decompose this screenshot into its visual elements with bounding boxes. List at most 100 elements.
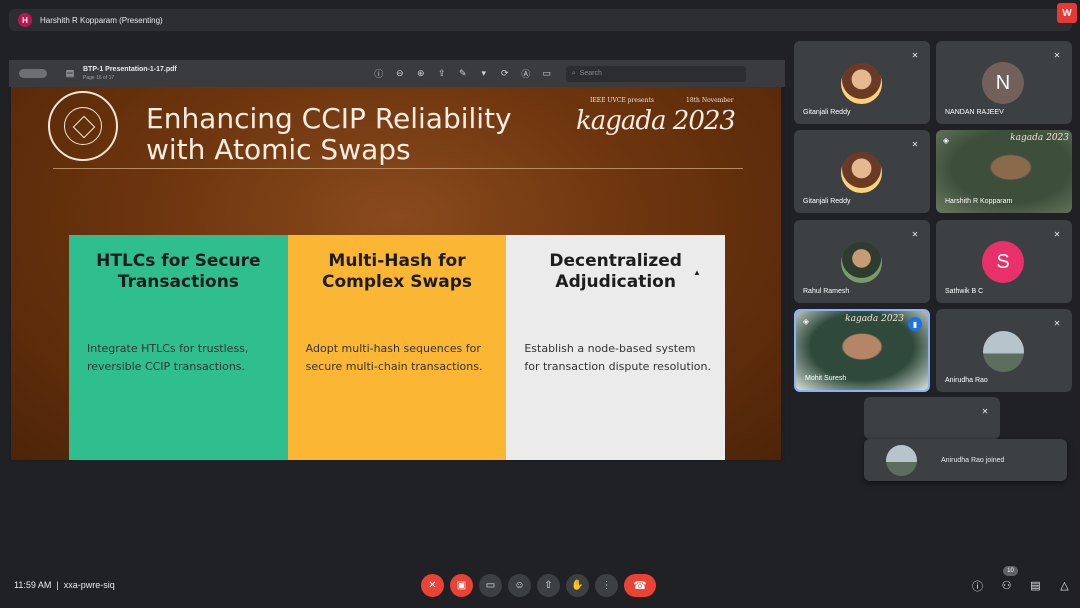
meeting-info: 11:59 AM | xxa-pwre-siq — [14, 580, 115, 590]
participant-name: Anirudha Rao — [945, 377, 988, 384]
slide-title: Enhancing CCIP Reliability with Atomic S… — [146, 102, 512, 166]
emoji-icon: ☺ — [514, 580, 525, 591]
feature-cards: HTLCs for Secure Transactions Integrate … — [69, 235, 726, 460]
sidebar-toggle-icon[interactable]: ▤ — [63, 67, 77, 81]
camera-off-icon: ▣ — [456, 580, 467, 591]
join-notification: Anirudha Rao joined — [864, 439, 1067, 481]
rotate-icon[interactable]: ⟳ — [498, 67, 512, 81]
chat-button[interactable]: ▤ — [1028, 578, 1043, 593]
meeting-controls-bar: 11:59 AM | xxa-pwre-siq ✕ ▣ ▭ ☺ ⇧ ✋ ⋮ ☎ … — [0, 566, 1080, 600]
participant-avatar: S — [982, 241, 1024, 283]
file-info: BTP-1 Presentation-1-17.pdf Page 16 of 1… — [83, 65, 177, 83]
participant-tile[interactable]: ✕ Anirudha Rao — [936, 309, 1072, 392]
participant-tile[interactable]: ✕ Rahul Ramesh — [794, 220, 930, 303]
reactions-button[interactable]: ☺ — [508, 574, 531, 597]
participant-tile[interactable]: ◈ kagada 2023 Harshith R Kopparam — [936, 130, 1072, 213]
hand-icon: ✋ — [571, 580, 584, 591]
page-info: Page 16 of 17 — [83, 74, 115, 81]
notification-message: Anirudha Rao joined — [941, 456, 1005, 464]
presenter-avatar: H — [18, 13, 32, 27]
presenting-label: Harshith R Kopparam (Presenting) — [40, 15, 163, 25]
mic-toggle-button[interactable]: ✕ — [421, 574, 444, 597]
event-presenter: IEEE UVCE presents — [590, 97, 654, 104]
participant-name: NANDAN RAJEEV — [945, 109, 1004, 116]
title-divider — [53, 168, 743, 169]
shapes-icon: △ — [1060, 580, 1069, 592]
people-icon: ⚇ — [1001, 580, 1012, 592]
participant-name: Rahul Ramesh — [803, 288, 850, 295]
brand-logo: W — [1057, 3, 1077, 23]
present-screen-icon: ⇧ — [544, 580, 553, 591]
participant-tile[interactable]: ✕ Gitanjali Reddy — [794, 130, 930, 213]
more-options-button[interactable]: ⋮ — [595, 574, 618, 597]
event-logo: IEEE UVCE presents 18th November kagada … — [576, 97, 741, 137]
search-input[interactable]: ⌕ Search — [565, 65, 746, 82]
pdf-toolbar: ▤ BTP-1 Presentation-1-17.pdf Page 16 of… — [9, 60, 785, 87]
slide: Enhancing CCIP Reliability with Atomic S… — [11, 87, 781, 460]
file-name: BTP-1 Presentation-1-17.pdf — [83, 65, 177, 73]
separator: | — [56, 580, 59, 590]
search-placeholder: Search — [579, 70, 602, 77]
window-controls[interactable] — [19, 69, 47, 78]
mic-off-icon: ✕ — [1053, 318, 1061, 328]
mic-off-icon: ✕ — [911, 139, 919, 149]
form-icon[interactable]: ▭ — [540, 67, 554, 81]
mic-off-icon: ✕ — [1053, 229, 1061, 239]
event-name: kagada 2023 — [576, 106, 736, 136]
presentation-view: ▤ BTP-1 Presentation-1-17.pdf Page 16 of… — [9, 60, 785, 462]
card-body: Integrate HTLCs for trustless, reversibl… — [87, 342, 249, 373]
captions-icon: ▭ — [485, 580, 496, 591]
meeting-code: xxa-pwre-siq — [63, 580, 115, 590]
more-vert-icon: ⋮ — [601, 580, 612, 591]
participant-tile-active-speaker[interactable]: ◈ kagada 2023 ▮ Mohit Suresh — [794, 309, 930, 392]
leave-call-button[interactable]: ☎ — [624, 574, 656, 597]
card-body: Adopt multi-hash sequences for secure mu… — [305, 342, 483, 373]
participant-name: Mohit Suresh — [805, 375, 847, 382]
pin-icon: ◈ — [942, 135, 950, 145]
present-button[interactable]: ⇧ — [537, 574, 560, 597]
pin-icon: ◈ — [802, 316, 810, 326]
chat-icon: ▤ — [1030, 580, 1041, 592]
card-body: Establish a node-based system for transa… — [524, 342, 712, 373]
share-icon[interactable]: ⇪ — [435, 67, 449, 81]
search-icon: ⌕ — [571, 69, 576, 77]
chevron-down-icon[interactable]: ▾ — [477, 67, 491, 81]
participant-name: Gitanjali Reddy — [803, 109, 851, 116]
participant-photo — [886, 444, 917, 476]
mic-off-icon: ✕ — [428, 580, 437, 591]
participant-name: Gitanjali Reddy — [803, 198, 851, 205]
participant-avatar: N — [982, 62, 1024, 104]
participant-tile[interactable]: ✕ Gitanjali Reddy — [794, 41, 930, 124]
mic-off-icon: ✕ — [981, 406, 989, 416]
annotate-icon[interactable]: Ⓐ — [519, 67, 533, 81]
info-icon: ⓘ — [972, 580, 983, 593]
ieee-uvce-seal-logo — [48, 91, 118, 161]
event-date: 18th November — [686, 97, 734, 104]
people-button[interactable]: ⚇ 10 — [999, 566, 1018, 593]
activities-button[interactable]: △ — [1057, 578, 1072, 593]
participant-tile[interactable]: S ✕ Sathwik B C — [936, 220, 1072, 303]
card-heading: HTLCs for Secure Transactions — [96, 251, 261, 292]
pdf-tools: ⓘ ⊖ ⊕ ⇪ ✎ ▾ ⟳ Ⓐ ▭ — [372, 67, 554, 81]
info-icon[interactable]: ⓘ — [372, 67, 386, 81]
zoom-in-icon[interactable]: ⊕ — [414, 67, 428, 81]
feature-card: HTLCs for Secure Transactions Integrate … — [69, 235, 288, 460]
presenting-bar: H Harshith R Kopparam (Presenting) — [9, 9, 1072, 31]
clock: 11:59 AM — [14, 580, 52, 590]
mic-off-icon: ✕ — [911, 229, 919, 239]
participant-photo — [841, 242, 882, 283]
call-controls: ✕ ▣ ▭ ☺ ⇧ ✋ ⋮ ☎ — [421, 574, 656, 597]
participant-photo — [841, 152, 882, 193]
speaking-indicator-icon: ▮ — [908, 317, 922, 331]
participant-tile[interactable]: ✕ — [864, 397, 1000, 439]
video-overlay-logo: kagada 2023 — [845, 314, 904, 324]
raise-hand-button[interactable]: ✋ — [566, 574, 589, 597]
zoom-out-icon[interactable]: ⊖ — [393, 67, 407, 81]
markup-pen-icon[interactable]: ✎ — [456, 67, 470, 81]
meeting-details-button[interactable]: ⓘ — [970, 578, 985, 593]
participant-name: Harshith R Kopparam — [945, 198, 1013, 205]
mic-off-icon: ✕ — [1053, 50, 1061, 60]
participant-tile[interactable]: N ✕ NANDAN RAJEEV — [936, 41, 1072, 124]
camera-toggle-button[interactable]: ▣ — [450, 574, 473, 597]
captions-button[interactable]: ▭ — [479, 574, 502, 597]
